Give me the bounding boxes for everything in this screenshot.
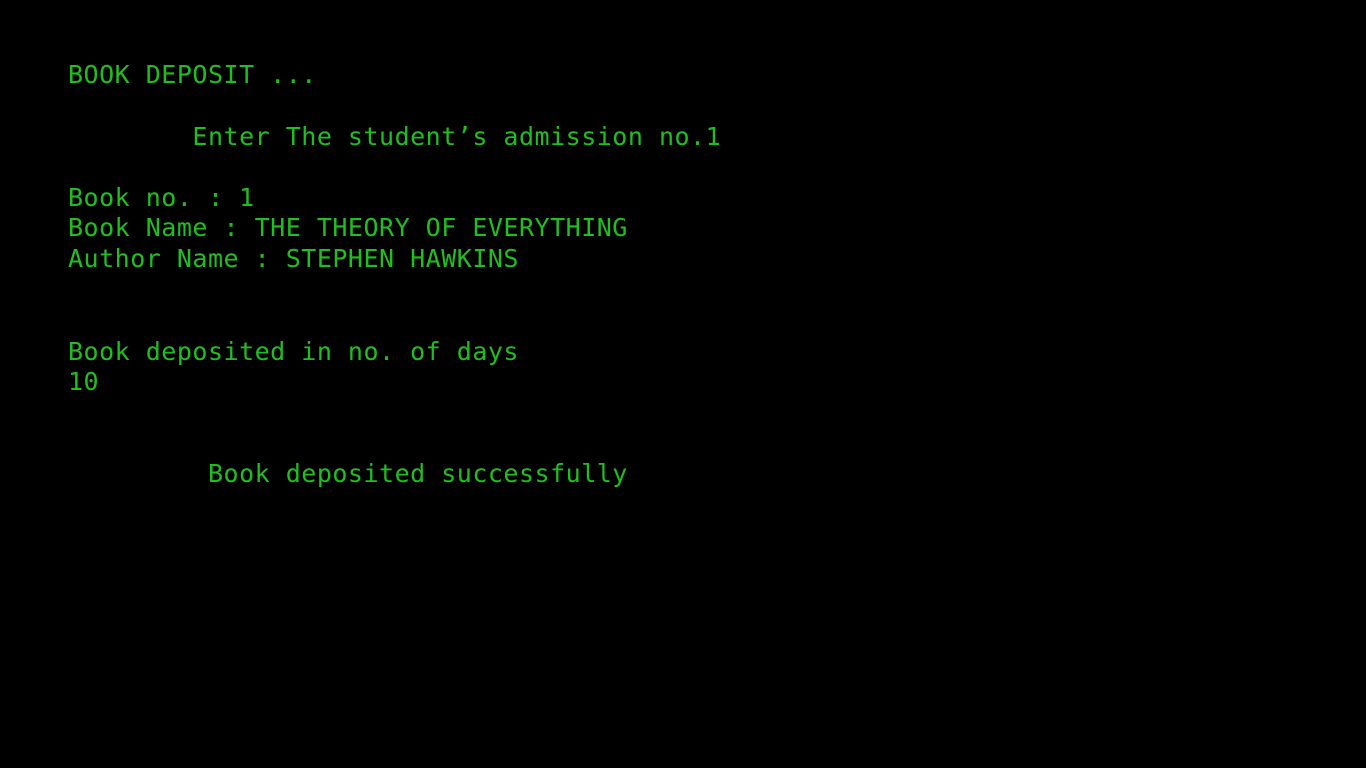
days-prompt: Book deposited in no. of days (68, 337, 519, 366)
book-number-line: Book no. : 1 (68, 183, 255, 212)
success-message: Book deposited successfully (68, 459, 628, 488)
screen-title: BOOK DEPOSIT ... (68, 60, 317, 89)
days-input-value[interactable]: 10 (68, 367, 99, 397)
book-name-line: Book Name : THE THEORY OF EVERYTHING (68, 213, 628, 242)
console-screen: BOOK DEPOSIT ... Enter The student’s adm… (0, 0, 1366, 768)
admission-number-prompt: Enter The student’s admission no.1 (68, 122, 722, 151)
author-name-line: Author Name : STEPHEN HAWKINS (68, 244, 519, 273)
